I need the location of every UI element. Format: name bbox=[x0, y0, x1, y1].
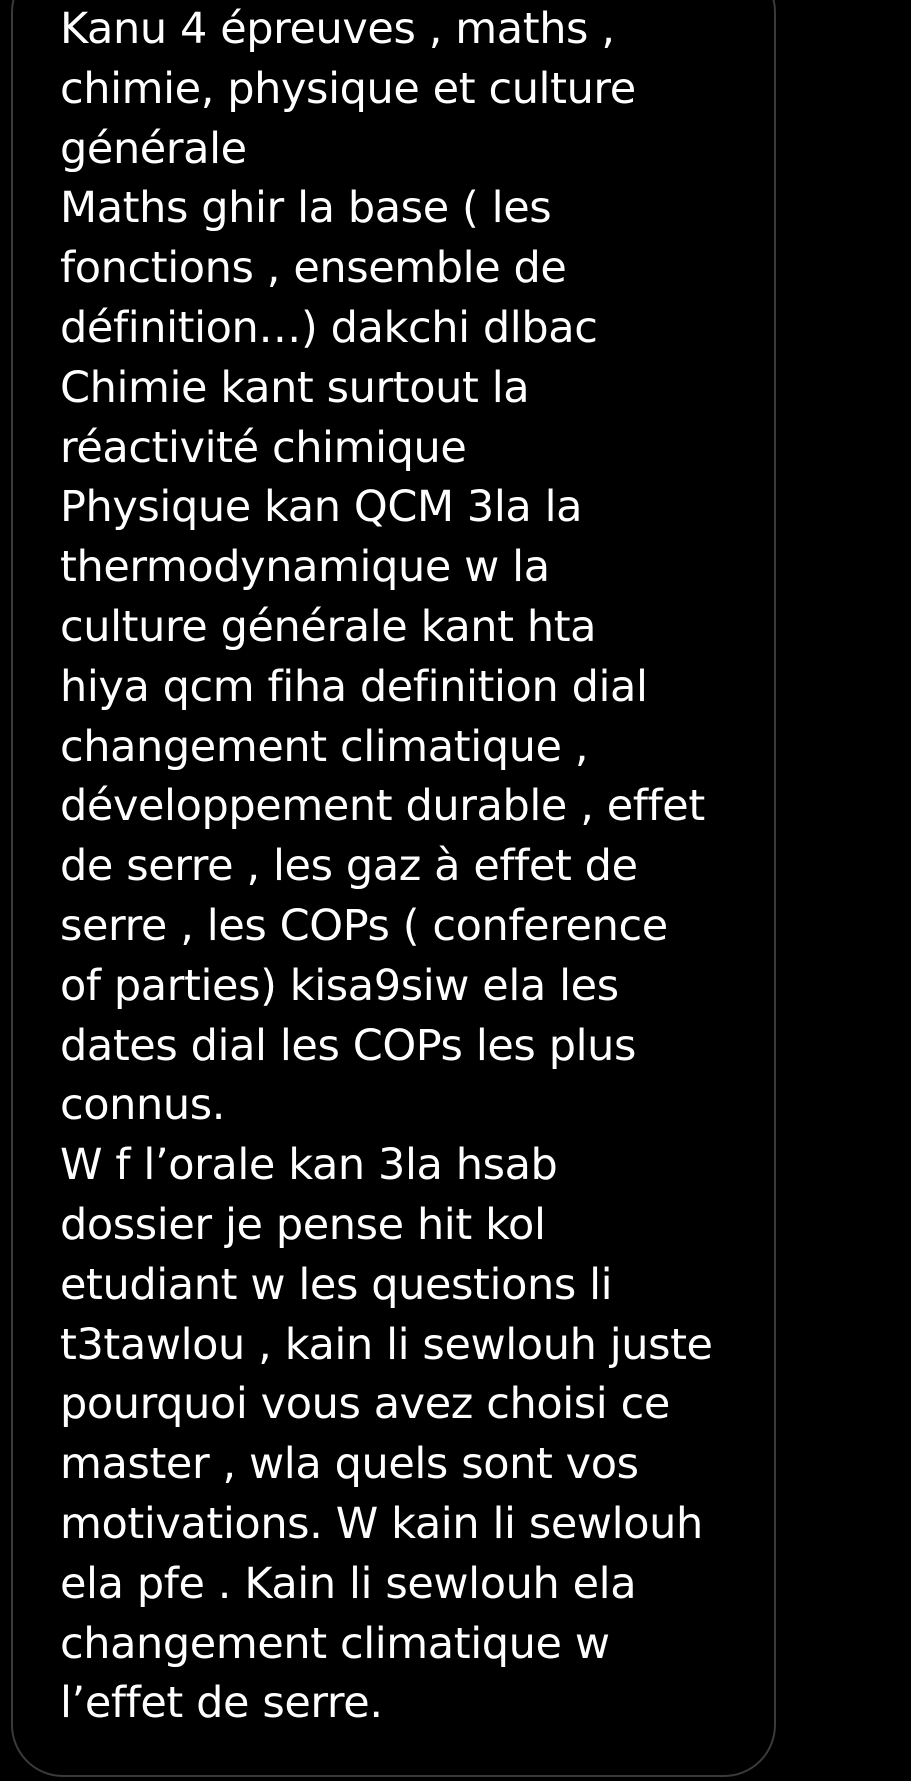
message-text: Kanu 4 épreuves , maths , chimie, physiq… bbox=[60, 4, 713, 1729]
chat-screen: Kanu 4 épreuves , maths , chimie, physiq… bbox=[0, 0, 911, 1781]
